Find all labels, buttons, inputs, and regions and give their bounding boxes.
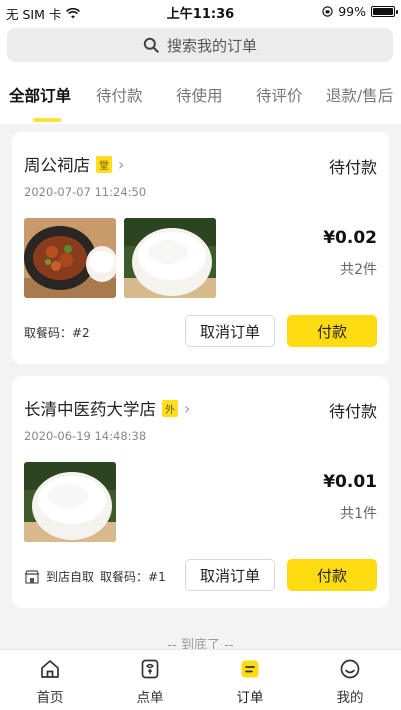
chevron-right-icon: › xyxy=(184,398,191,418)
order-price: ¥0.02 xyxy=(323,228,377,248)
tab-refund[interactable]: 退款/售后 xyxy=(326,84,393,106)
item-count: 共1件 xyxy=(340,506,377,522)
search-input[interactable]: 搜索我的订单 xyxy=(7,28,393,62)
pickup-code: 取餐码：#2 xyxy=(24,326,90,340)
tabbar-home-label: 首页 xyxy=(36,690,64,706)
pickup-info: 到店自取 取餐码：#1 xyxy=(24,568,166,585)
pay-button[interactable]: 付款 xyxy=(287,559,377,591)
shop-link[interactable]: 长清中医药大学店 外 › xyxy=(24,396,190,420)
store-icon xyxy=(24,569,40,584)
cancel-order-button[interactable]: 取消订单 xyxy=(185,559,275,591)
takeout-tag: 外 xyxy=(162,399,178,417)
dish-image-rice xyxy=(24,462,116,542)
pickup-code: 取餐码：#1 xyxy=(100,570,166,584)
tabbar-menu-label: 点单 xyxy=(136,690,164,706)
shop-name: 周公祠店 xyxy=(24,156,90,175)
menu-icon xyxy=(141,659,159,679)
battery-area: 99% xyxy=(322,4,398,19)
order-time: 2020-06-19 14:48:38 xyxy=(24,429,147,443)
tab-pending-review[interactable]: 待评价 xyxy=(256,84,303,106)
shop-name: 长清中医药大学店 xyxy=(24,400,156,419)
tab-all-orders[interactable]: 全部订单 xyxy=(9,84,71,106)
order-tabs: 全部订单 待付款 待使用 待评价 退款/售后 xyxy=(0,78,401,122)
cancel-order-button[interactable]: 取消订单 xyxy=(185,315,275,347)
pay-button[interactable]: 付款 xyxy=(287,315,377,347)
home-icon xyxy=(41,660,59,678)
dine-in-tag: 堂 xyxy=(96,155,112,173)
tabbar-profile-label: 我的 xyxy=(336,690,364,706)
order-icon xyxy=(241,660,259,678)
item-count: 共2件 xyxy=(340,262,377,278)
dish-image-rice xyxy=(124,218,216,298)
header: 搜索我的订单 全部订单 待付款 待使用 待评价 退款/售后 xyxy=(0,24,401,124)
bottom-tab-bar: 首页 点单 订单 我的 xyxy=(0,649,401,710)
dish-image-braised-pork xyxy=(24,218,116,298)
orientation-lock-icon xyxy=(322,6,333,17)
tab-pending-payment[interactable]: 待付款 xyxy=(96,84,143,106)
order-status: 待付款 xyxy=(328,402,377,421)
status-bar: 无 SIM 卡 上午11:36 99% xyxy=(0,0,401,24)
tabbar-orders[interactable]: 订单 xyxy=(200,650,300,710)
tab-pending-use[interactable]: 待使用 xyxy=(176,84,223,106)
battery-icon xyxy=(371,6,398,17)
tabbar-profile[interactable]: 我的 xyxy=(300,650,400,710)
order-price: ¥0.01 xyxy=(323,472,377,492)
order-card[interactable]: 周公祠店 堂 › 待付款 2020-07-07 11:24:50 ¥0.02 共… xyxy=(12,132,389,364)
pickup-info: 取餐码：#2 xyxy=(24,324,90,341)
battery-percent: 99% xyxy=(338,4,366,19)
chevron-right-icon: › xyxy=(118,154,125,174)
order-status: 待付款 xyxy=(328,158,377,177)
shop-link[interactable]: 周公祠店 堂 › xyxy=(24,152,124,176)
order-time: 2020-07-07 11:24:50 xyxy=(24,185,147,199)
tabbar-menu[interactable]: 点单 xyxy=(100,650,200,710)
tabbar-orders-label: 订单 xyxy=(236,690,264,706)
order-card[interactable]: 长清中医药大学店 外 › 待付款 2020-06-19 14:48:38 ¥0.… xyxy=(12,376,389,608)
search-icon xyxy=(143,37,159,53)
search-placeholder: 搜索我的订单 xyxy=(166,36,257,55)
active-tab-indicator xyxy=(33,118,61,122)
pickup-mode: 到店自取 xyxy=(46,570,95,584)
profile-icon xyxy=(340,659,360,679)
tabbar-home[interactable]: 首页 xyxy=(0,650,100,710)
